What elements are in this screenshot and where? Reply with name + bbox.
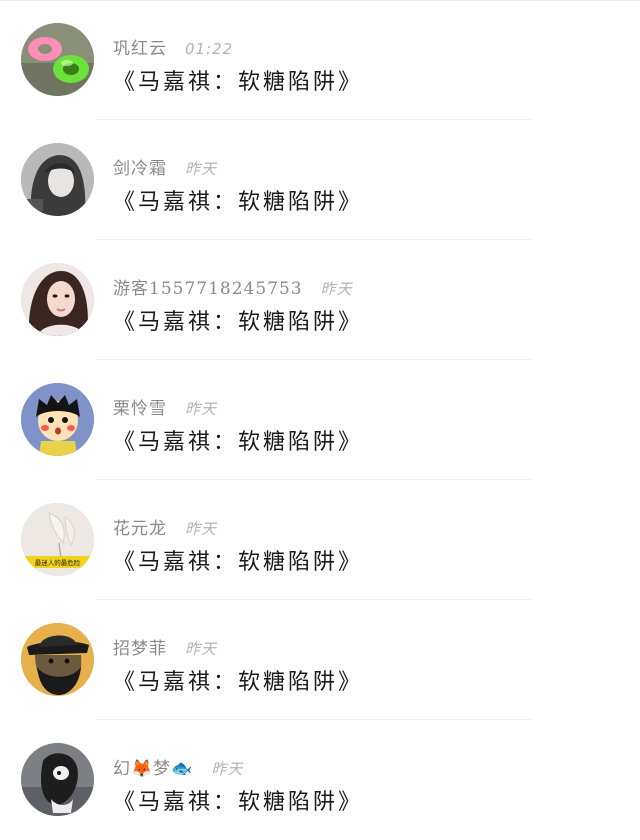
message-meta: 幻🦊梦🐟 昨天 [113, 754, 244, 779]
avatar[interactable] [21, 623, 94, 696]
cartoon-man-icon [21, 623, 94, 696]
sender-name: 花元龙 [113, 519, 167, 539]
message-preview: 《马嘉祺：软糖陷阱》 [113, 190, 364, 215]
list-item[interactable]: 栗怜雪 昨天 《马嘉祺：软糖陷阱》 [0, 360, 640, 480]
list-item[interactable]: 招梦菲 昨天 《马嘉祺：软糖陷阱》 [0, 600, 640, 720]
message-meta: 栗怜雪 昨天 [113, 394, 218, 419]
message-time: 昨天 [185, 520, 218, 538]
message-time: 昨天 [185, 400, 218, 418]
sender-name: 巩红云 [113, 39, 167, 59]
message-meta: 巩红云 01:22 [113, 34, 234, 59]
sender-name: 招梦菲 [113, 639, 167, 659]
sender-name: 幻🦊梦🐟 [113, 759, 194, 779]
list-item[interactable]: 最迷人的最危险 花元龙 昨天 《马嘉祺：软糖陷阱》 [0, 480, 640, 600]
message-time: 昨天 [185, 640, 218, 658]
avatar[interactable] [21, 383, 94, 456]
sender-name: 剑冷霜 [113, 159, 167, 179]
pool-float-icon [21, 23, 94, 96]
girl-photo-icon [21, 263, 94, 336]
list-item[interactable]: 游客1557718245753 昨天 《马嘉祺：软糖陷阱》 [0, 240, 640, 360]
message-preview: 《马嘉祺：软糖陷阱》 [113, 670, 364, 695]
dog-photo-icon [21, 743, 94, 816]
message-meta: 花元龙 昨天 [113, 514, 218, 539]
sender-name: 栗怜雪 [113, 399, 167, 419]
message-meta: 招梦菲 昨天 [113, 634, 218, 659]
message-preview: 《马嘉祺：软糖陷阱》 [113, 550, 364, 575]
message-preview: 《马嘉祺：软糖陷阱》 [113, 430, 364, 455]
list-item[interactable]: 幻🦊梦🐟 昨天 《马嘉祺：软糖陷阱》 [0, 720, 640, 840]
message-preview: 《马嘉祺：软糖陷阱》 [113, 790, 364, 815]
message-preview: 《马嘉祺：软糖陷阱》 [113, 310, 364, 335]
avatar[interactable] [21, 743, 94, 816]
flower-text-icon: 最迷人的最危险 [21, 503, 94, 576]
cartoon-boy-icon [21, 383, 94, 456]
avatar-caption: 最迷人的最危险 [35, 558, 81, 567]
girl-bw-icon [21, 143, 94, 216]
avatar[interactable]: 最迷人的最危险 [21, 503, 94, 576]
sender-name: 游客1557718245753 [113, 279, 303, 299]
list-item[interactable]: 巩红云 01:22 《马嘉祺：软糖陷阱》 [0, 0, 640, 120]
avatar[interactable] [21, 23, 94, 96]
message-preview: 《马嘉祺：软糖陷阱》 [113, 70, 364, 95]
list-item[interactable]: 剑冷霜 昨天 《马嘉祺：软糖陷阱》 [0, 120, 640, 240]
message-time: 昨天 [211, 760, 244, 778]
message-meta: 游客1557718245753 昨天 [113, 274, 353, 299]
message-time: 昨天 [185, 160, 218, 178]
message-time: 昨天 [320, 280, 353, 298]
message-meta: 剑冷霜 昨天 [113, 154, 218, 179]
message-time: 01:22 [185, 40, 234, 58]
avatar[interactable] [21, 143, 94, 216]
avatar[interactable] [21, 263, 94, 336]
